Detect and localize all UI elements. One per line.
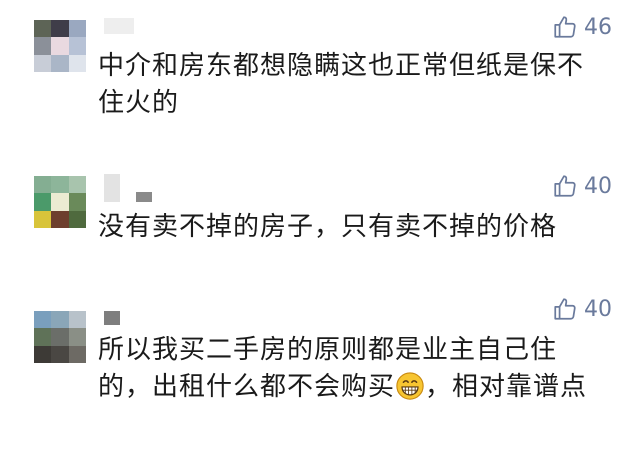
thumbs-up-icon: [554, 298, 576, 320]
grinning-face-emoji-icon: [396, 372, 424, 400]
like-button[interactable]: 46: [552, 14, 612, 40]
avatar[interactable]: [34, 311, 86, 363]
comment-text-part: ，相对靠谱点: [425, 372, 588, 402]
like-count: 40: [584, 173, 612, 199]
thumbs-up-icon: [554, 175, 576, 197]
like-count: 46: [584, 14, 612, 40]
avatar[interactable]: [34, 20, 86, 72]
username-blurred[interactable]: [104, 18, 150, 38]
comment-text: 没有卖不掉的房子，只有卖不掉的价格: [98, 212, 558, 242]
thumbs-up-icon: [554, 16, 576, 38]
comment-text: 中介和房东都想隐瞒这也正常但纸是保不住火的: [98, 51, 585, 118]
like-button[interactable]: 40: [552, 173, 612, 199]
comment-text: 所以我买二手房的原则都是业主自己住的，出租什么都不会购买 ，相对靠谱点: [98, 332, 608, 406]
username-blurred[interactable]: [104, 310, 136, 329]
like-count: 40: [584, 296, 612, 322]
avatar[interactable]: [34, 176, 86, 228]
username-blurred[interactable]: [104, 174, 168, 206]
like-button[interactable]: 40: [552, 296, 612, 322]
